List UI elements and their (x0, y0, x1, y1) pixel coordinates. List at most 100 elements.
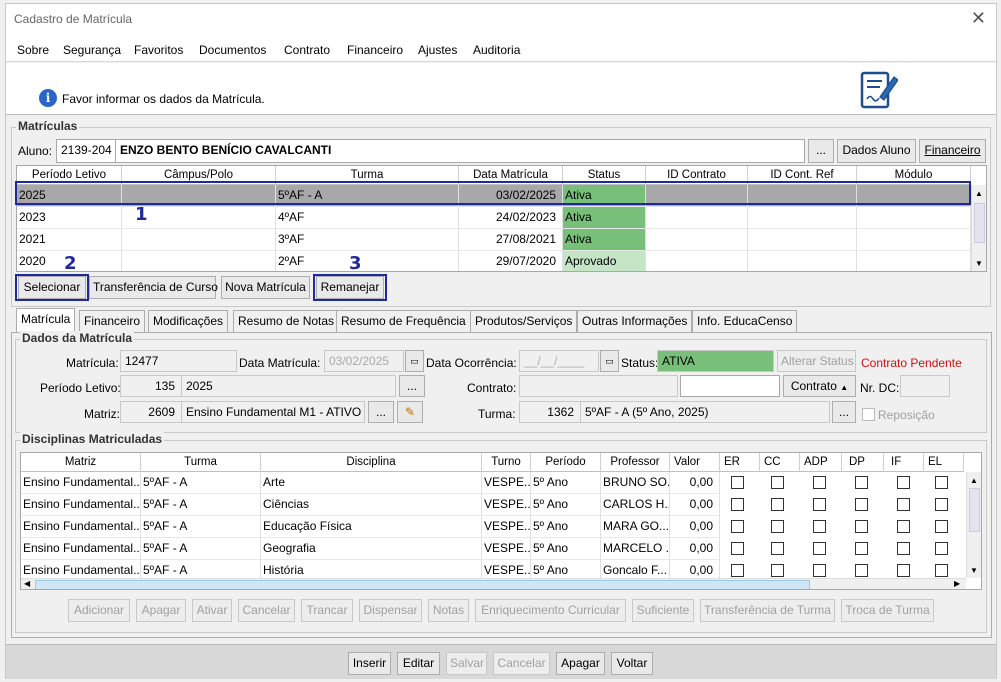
table-row-cell[interactable]: Ensino Fundamental... (21, 538, 141, 560)
notas-button[interactable]: Notas (428, 599, 469, 622)
scroll-thumb[interactable] (969, 488, 980, 532)
menu-ajustes[interactable]: Ajustes (418, 43, 457, 57)
table-row-cell[interactable]: 5º Ano (531, 516, 601, 538)
table-row-cell[interactable]: 0,00 (670, 538, 720, 560)
row-checkbox[interactable] (855, 520, 868, 533)
troca-turma-button[interactable]: Troca de Turma (841, 599, 934, 622)
table-row-cell[interactable]: 5ºAF - A (141, 494, 261, 516)
table-row-cell[interactable]: 5º Ano (531, 494, 601, 516)
row-checkbox[interactable] (935, 564, 948, 577)
row-checkbox[interactable] (771, 476, 784, 489)
menu-documentos[interactable]: Documentos (199, 43, 266, 57)
row-checkbox[interactable] (731, 498, 744, 511)
inserir-button[interactable]: Inserir (348, 652, 391, 675)
scroll-thumb[interactable] (974, 203, 985, 243)
row-checkbox[interactable] (935, 542, 948, 555)
tab-outras-informacoes[interactable]: Outras Informações (577, 310, 693, 332)
menu-seguranca[interactable]: Segurança (63, 43, 121, 57)
aluno-name-field[interactable]: ENZO BENTO BENÍCIO CAVALCANTI (115, 139, 805, 163)
table-row-cell[interactable]: 2ºAF (276, 251, 459, 271)
data-matricula-field[interactable]: 03/02/2025 (324, 350, 404, 372)
table-row-cell[interactable]: Ensino Fundamental... (21, 516, 141, 538)
table-row-cell[interactable]: MARCELO ... (601, 538, 670, 560)
row-checkbox[interactable] (771, 498, 784, 511)
dispensar-button[interactable]: Dispensar (359, 599, 422, 622)
menu-sobre[interactable]: Sobre (17, 43, 49, 57)
turma-value-field[interactable]: 5ºAF - A (5º Ano, 2025) (580, 401, 830, 423)
nova-matricula-button[interactable]: Nova Matrícula (221, 276, 310, 299)
row-checkbox[interactable] (855, 498, 868, 511)
tab-matricula[interactable]: Matrícula (16, 308, 76, 332)
table-row-cell[interactable]: 0,00 (670, 516, 720, 538)
row-checkbox[interactable] (855, 564, 868, 577)
row-checkbox[interactable] (771, 520, 784, 533)
row-checkbox[interactable] (897, 476, 910, 489)
table-row-cell[interactable] (122, 251, 276, 271)
matriz-value-field[interactable]: Ensino Fundamental M1 - ATIVO (181, 401, 365, 423)
row-checkbox[interactable] (897, 498, 910, 511)
table-row-cell[interactable]: VESPE... (482, 472, 531, 494)
scroll-thumb[interactable] (35, 580, 810, 589)
table-row-cell[interactable] (748, 251, 857, 271)
calendar-icon[interactable]: ▭ (405, 350, 424, 372)
table-row-cell[interactable]: 5º Ano (531, 538, 601, 560)
row-checkbox[interactable] (731, 476, 744, 489)
table-row-cell[interactable]: 27/08/2021 (459, 229, 563, 251)
alterar-status-button[interactable]: Alterar Status (777, 350, 856, 372)
table-row-cell[interactable] (857, 251, 971, 271)
table-row-cell[interactable] (646, 229, 748, 251)
table-row-cell[interactable] (857, 207, 971, 229)
row-checkbox[interactable] (813, 564, 826, 577)
row-checkbox[interactable] (731, 542, 744, 555)
disciplinas-v-scrollbar[interactable]: ▲ ▼ (966, 472, 981, 578)
row-checkbox[interactable] (813, 542, 826, 555)
disciplinas-grid[interactable]: Matriz Turma Disciplina Turno Período Pr… (20, 452, 982, 590)
row-checkbox[interactable] (813, 476, 826, 489)
table-row-cell[interactable]: 3ºAF (276, 229, 459, 251)
col-if[interactable]: IF (884, 453, 924, 472)
table-row-cell[interactable]: VESPE... (482, 538, 531, 560)
table-row-cell[interactable] (646, 207, 748, 229)
table-row-cell[interactable]: 5ºAF - A (141, 472, 261, 494)
contrato-dropdown-button[interactable]: Contrato ▲ (783, 375, 856, 397)
table-row-cell[interactable]: MARA GO... (601, 516, 670, 538)
row-checkbox[interactable] (935, 498, 948, 511)
col-adp[interactable]: ADP (800, 453, 842, 472)
row-checkbox[interactable] (731, 520, 744, 533)
tab-info-educacenso[interactable]: Info. EducaCenso (692, 310, 798, 332)
row-checkbox[interactable] (771, 542, 784, 555)
row-checkbox[interactable] (855, 542, 868, 555)
aluno-search-button[interactable]: ... (808, 139, 834, 163)
table-row-cell[interactable]: Educação Física (261, 516, 482, 538)
table-row-cell[interactable]: Arte (261, 472, 482, 494)
table-row-cell[interactable]: VESPE... (482, 494, 531, 516)
apagar-button[interactable]: Apagar (136, 599, 186, 622)
row-checkbox[interactable] (935, 476, 948, 489)
row-checkbox[interactable] (897, 542, 910, 555)
table-row-cell[interactable]: 0,00 (670, 472, 720, 494)
col-turno[interactable]: Turno (482, 453, 531, 472)
menu-financeiro[interactable]: Financeiro (347, 43, 403, 57)
col-periodo[interactable]: Período (531, 453, 601, 472)
transferencia-turma-button[interactable]: Transferência de Turma (700, 599, 835, 622)
table-row-cell[interactable]: 2023 (17, 207, 122, 229)
status-cell[interactable]: Ativa (563, 207, 646, 229)
contrato-field[interactable] (519, 375, 678, 397)
tab-modificacoes[interactable]: Modificações (148, 310, 229, 332)
nr-dc-field[interactable] (900, 375, 950, 397)
dados-aluno-button[interactable]: Dados Aluno (837, 139, 916, 163)
table-row-cell[interactable]: 24/02/2023 (459, 207, 563, 229)
table-row-cell[interactable]: 5ºAF - A (141, 516, 261, 538)
table-row-cell[interactable]: Geografia (261, 538, 482, 560)
data-ocorrencia-field[interactable]: __/__/____ (519, 350, 599, 372)
contrato-number-field[interactable] (680, 375, 780, 397)
col-valor[interactable]: Valor (670, 453, 720, 472)
row-checkbox[interactable] (935, 520, 948, 533)
cancelar-button[interactable]: Cancelar (238, 599, 295, 622)
transferencia-curso-button[interactable]: Transferência de Curso (89, 276, 218, 299)
row-checkbox[interactable] (813, 520, 826, 533)
tab-resumo-notas[interactable]: Resumo de Notas (233, 310, 340, 332)
col-el[interactable]: EL (924, 453, 964, 472)
table-row-cell[interactable]: 2021 (17, 229, 122, 251)
matriz-code-field[interactable]: 2609 (120, 401, 182, 423)
